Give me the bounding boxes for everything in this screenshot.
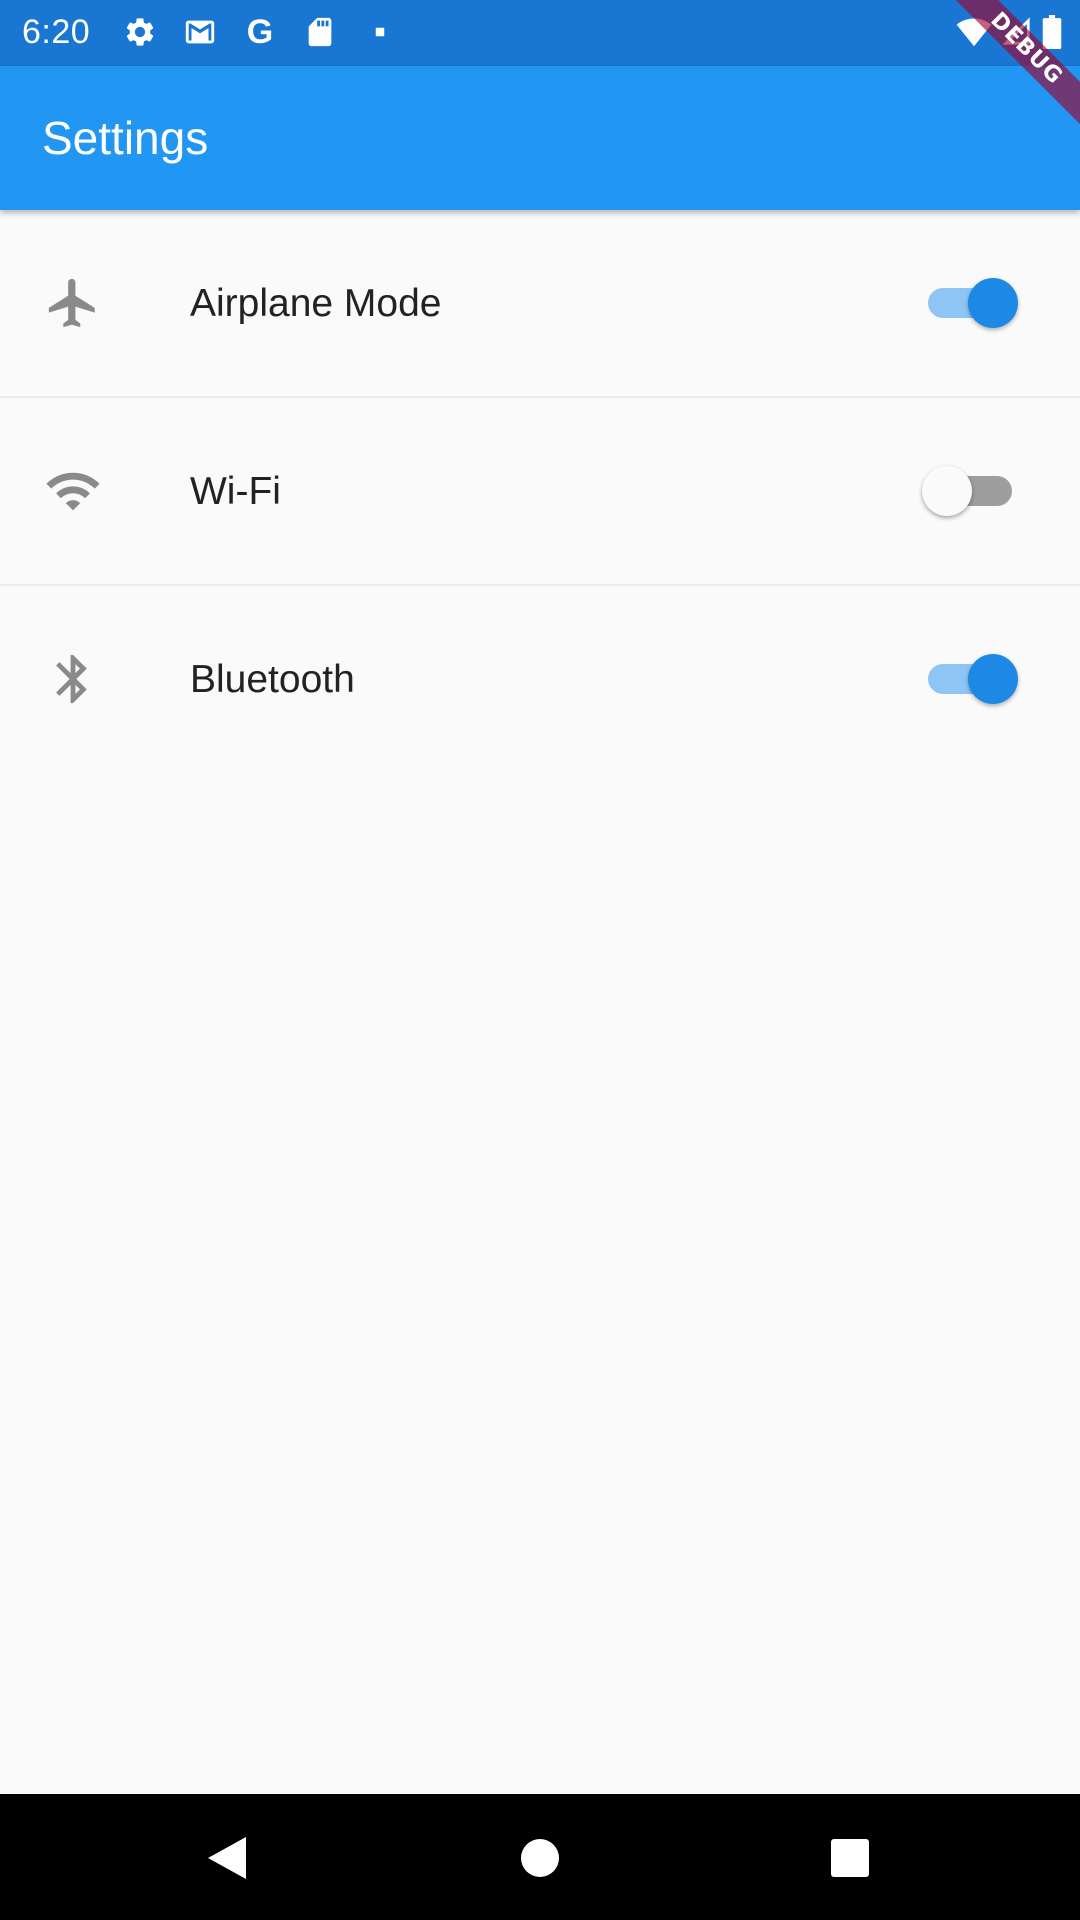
- wifi-icon: [44, 462, 102, 520]
- switch-thumb: [968, 278, 1018, 328]
- wifi-switch[interactable]: [922, 466, 1012, 516]
- app-bar: Settings: [0, 66, 1080, 210]
- settings-row-label: Wi-Fi: [190, 470, 281, 513]
- sd-card-icon: [302, 14, 338, 50]
- status-system-icons: [946, 14, 1062, 50]
- cell-signal-icon: [1002, 14, 1032, 50]
- mail-icon: [182, 14, 218, 50]
- google-g-icon: G: [242, 14, 278, 50]
- settings-list: Airplane Mode Wi-Fi Bluetooth: [0, 210, 1080, 774]
- settings-row-label: Airplane Mode: [190, 282, 442, 325]
- recents-icon[interactable]: [822, 1830, 878, 1886]
- bluetooth-icon: [44, 650, 102, 708]
- status-bar: 6:20 G: [0, 0, 1080, 66]
- airplane-icon: [44, 274, 102, 332]
- switch-thumb: [968, 654, 1018, 704]
- settings-row-wifi[interactable]: Wi-Fi: [0, 398, 1080, 586]
- page-title: Settings: [42, 112, 209, 164]
- status-time: 6:20: [22, 13, 91, 51]
- airplane-mode-switch[interactable]: [928, 278, 1018, 328]
- status-notification-icons: G: [122, 14, 422, 50]
- bluetooth-switch[interactable]: [928, 654, 1018, 704]
- back-icon[interactable]: [198, 1830, 254, 1886]
- gear-icon: [122, 14, 158, 50]
- google-letter: G: [246, 13, 274, 51]
- settings-row-label: Bluetooth: [190, 658, 355, 701]
- settings-row-airplane-mode[interactable]: Airplane Mode: [0, 210, 1080, 398]
- switch-thumb: [922, 466, 972, 516]
- dot-icon: [362, 14, 398, 50]
- home-icon[interactable]: [512, 1830, 568, 1886]
- settings-row-bluetooth[interactable]: Bluetooth: [0, 586, 1080, 774]
- wifi-icon: [956, 14, 992, 50]
- battery-icon: [1042, 14, 1062, 50]
- navigation-bar: [0, 1794, 1080, 1920]
